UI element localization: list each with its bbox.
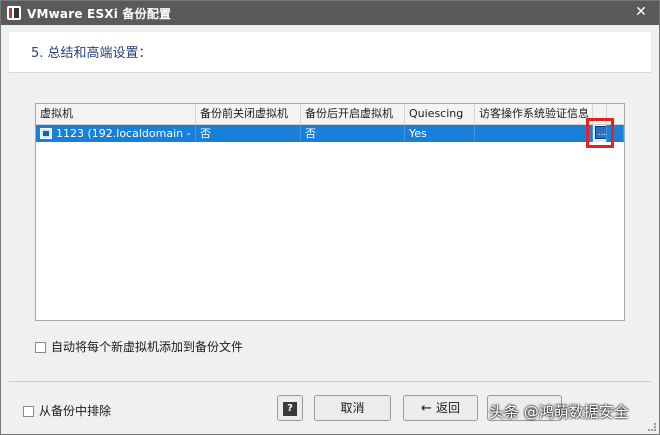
app-logo-icon [7,6,21,20]
footer-divider [9,381,651,382]
auto-add-option[interactable]: 自动将每个新虚拟机添加到备份文件 [35,338,243,355]
exclude-option[interactable]: 从备份中排除 [23,402,111,419]
help-icon: ? [283,401,297,416]
cancel-button[interactable]: 取消 [314,395,391,421]
column-header-vm[interactable]: 虚拟机 [36,104,196,124]
help-button[interactable]: ? [277,395,303,421]
column-header-power-off-before[interactable]: 备份前关闭虚拟机 [196,104,301,124]
auto-add-label: 自动将每个新虚拟机添加到备份文件 [51,340,244,354]
vm-name: 1123 (192.localdomain - ha-da... [56,127,195,140]
step-title: 5. 总结和高端设置： [31,46,152,61]
grid-header: 虚拟机 备份前关闭虚拟机 备份后开启虚拟机 Quiescing 访客操作系统验证… [36,104,624,125]
vm-grid[interactable]: 虚拟机 备份前关闭虚拟机 备份后开启虚拟机 Quiescing 访客操作系统验证… [35,103,625,321]
close-icon[interactable]: ✕ [633,4,649,20]
next-button[interactable] [487,395,562,421]
arrow-left-icon: ← [421,401,432,416]
column-header-action [593,104,607,124]
exclude-label: 从备份中排除 [39,404,112,418]
column-header-guest-credentials[interactable]: 访客操作系统验证信息 [475,104,593,124]
action-cell: ... [593,125,607,142]
backup-config-window: VMware ESXi 备份配置 ✕ 5. 总结和高端设置： 虚拟机 备份前关闭… [0,0,660,435]
column-header-quiescing[interactable]: Quiescing [405,104,475,124]
power-on-after-cell[interactable]: 否 [301,125,405,142]
resize-grip-icon[interactable] [648,423,656,431]
row-filler [607,125,624,142]
quiescing-cell[interactable]: Yes [405,125,475,142]
column-header-power-on-after[interactable]: 备份后开启虚拟机 [301,104,405,124]
edit-credentials-button[interactable]: ... [595,126,606,139]
step-header: 5. 总结和高端设置： [9,32,651,73]
virtual-machine-icon [40,128,52,139]
exclude-checkbox[interactable] [23,406,34,417]
back-button[interactable]: ← 返回 [403,395,478,421]
auto-add-checkbox[interactable] [35,342,46,353]
title-bar[interactable]: VMware ESXi 备份配置 ✕ [1,1,659,25]
table-row[interactable]: 1123 (192.localdomain - ha-da... 否 否 Yes… [36,125,624,142]
column-header-filler [607,104,624,124]
window-title: VMware ESXi 备份配置 [27,6,172,21]
power-off-before-cell[interactable]: 否 [196,125,301,142]
back-label: 返回 [435,401,460,415]
vm-cell[interactable]: 1123 (192.localdomain - ha-da... [36,125,196,142]
guest-credentials-cell[interactable] [475,125,593,142]
